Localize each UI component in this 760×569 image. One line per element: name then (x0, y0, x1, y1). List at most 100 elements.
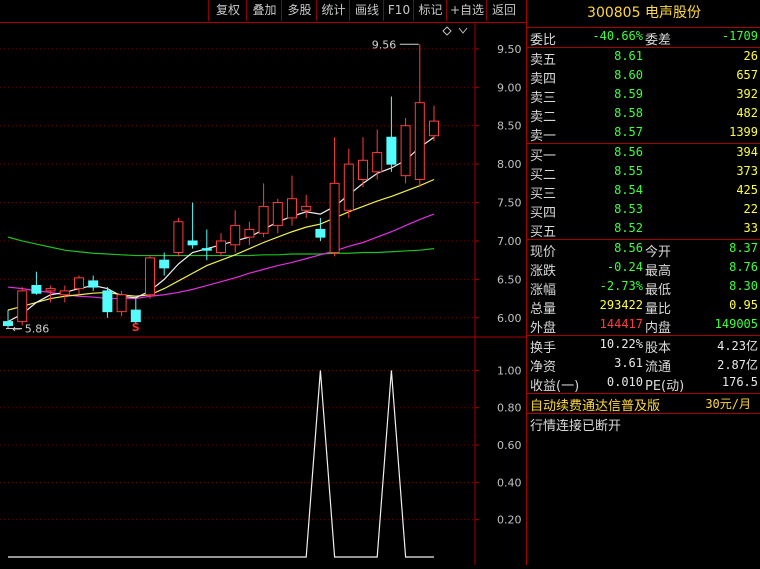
stat-value: 149005 (714, 317, 758, 331)
fund-row: 净资 3.61 流通 2.87亿 (527, 355, 760, 375)
sell-price: 8.60 (614, 68, 643, 82)
quote-panel: 300805 电声股份 委比 -40.66% 委差 -1709 卖五 8.61 26 卖四 8.… (526, 0, 760, 565)
signal-marker: S (132, 321, 140, 334)
stat-label: 量比 (645, 302, 672, 317)
candle-body (272, 202, 283, 227)
toolbar-button-8[interactable]: +自选 (446, 0, 487, 21)
candle-body (372, 152, 383, 173)
toolbar-button-7[interactable]: 标记 (413, 0, 447, 21)
buy-row: 买三 8.54 425 (527, 182, 760, 202)
fund-label: 流通 (645, 360, 672, 375)
sell-volume: 482 (736, 106, 758, 120)
stat-row: 现价 8.56 今开 8.37 (527, 240, 760, 260)
candle-body (258, 205, 269, 234)
buy-label: 买二 (530, 168, 557, 183)
stat-value: 0.95 (729, 298, 758, 312)
sell-label: 卖四 (530, 72, 557, 87)
promo-row: 自动续费通达信普及版 30元/月 (527, 394, 760, 414)
buy-volume: 22 (743, 202, 758, 216)
candle-body (329, 182, 340, 253)
stat-row: 涨跌 -0.24 最高 8.76 (527, 259, 760, 279)
price-axis-label: 8.50 (497, 120, 522, 133)
connection-status: 行情连接已断开 (530, 419, 622, 434)
weicha-label: 委差 (645, 33, 672, 48)
stat-label: 现价 (530, 245, 557, 260)
fund-value: 176.5 (721, 375, 758, 389)
ma-line-white (7, 136, 435, 323)
sell-volume: 392 (736, 87, 758, 101)
buy-price: 8.56 (614, 145, 643, 159)
sell-row: 卖四 8.60 657 (527, 67, 760, 87)
toolbar-button-6[interactable]: F10 (383, 0, 414, 21)
stat-label: 今开 (645, 245, 672, 260)
candle-body (17, 290, 28, 323)
candle-body (216, 240, 226, 253)
fund-value: 10.22% (599, 337, 643, 351)
candle-body (59, 290, 70, 296)
kline-chart[interactable]: 9.50 9.00 8.50 8.00 7.50 7.00 6.50 6.00 1.00 0.80… (0, 22, 526, 565)
stat-label: 涨幅 (530, 283, 557, 298)
stat-label: 最高 (645, 264, 672, 279)
candle-body (102, 290, 113, 313)
price-axis-label: 7.00 (497, 235, 522, 248)
candle-body (45, 288, 56, 292)
weicha-value: -1709 (721, 29, 758, 43)
sell-price: 8.59 (614, 87, 643, 101)
indicator-axis-label: 0.20 (497, 514, 522, 527)
buy-price: 8.53 (614, 202, 643, 216)
sell-volume: 26 (743, 49, 758, 63)
stat-value: 8.56 (614, 241, 643, 255)
diamond-icon (442, 26, 452, 36)
toolbar-button-4[interactable]: 统计 (316, 0, 350, 21)
sell-row: 卖一 8.57 1399 (527, 124, 760, 144)
stat-value: -2.73% (599, 279, 643, 293)
promo-text[interactable]: 自动续费通达信普及版 (530, 395, 660, 414)
toolbar-button-3[interactable]: 多股 (281, 0, 317, 21)
stat-label: 涨跌 (530, 264, 557, 279)
stat-value: 8.76 (729, 260, 758, 274)
price-axis-label: 8.00 (497, 158, 522, 171)
stat-value: 144417 (599, 317, 643, 331)
sell-volume: 657 (736, 68, 758, 82)
candle-body (88, 280, 99, 288)
stat-row: 外盘 144417 内盘 149005 (527, 316, 760, 336)
buy-price: 8.52 (614, 221, 643, 235)
indicator-axis-label: 0.60 (497, 439, 522, 452)
weibi-value: -40.66% (592, 29, 643, 43)
stat-label: 内盘 (645, 321, 672, 336)
sell-label: 卖三 (530, 91, 557, 106)
sell-price: 8.57 (614, 125, 643, 139)
buy-label: 买四 (530, 206, 557, 221)
fund-label: PE(动) (645, 379, 685, 394)
buy-price: 8.55 (614, 164, 643, 178)
indicator-axis-label: 0.40 (497, 476, 522, 489)
toolbar-button-5[interactable]: 画线 (349, 0, 384, 21)
stat-value: 293422 (599, 298, 643, 312)
stat-value: -0.24 (606, 260, 643, 274)
stock-title: 300805 电声股份 (587, 5, 701, 21)
fund-label: 换手 (530, 341, 557, 356)
toolbar-button-1[interactable]: 复权 (208, 0, 247, 21)
candle-body (358, 159, 368, 180)
fund-label: 股本 (645, 341, 672, 356)
candle-body (201, 248, 212, 251)
buy-row: 买二 8.55 373 (527, 163, 760, 183)
buy-volume: 373 (736, 164, 758, 178)
price-axis-label: 6.50 (497, 273, 522, 286)
toolbar-button-9[interactable]: 返回 (486, 0, 521, 21)
stat-label: 外盘 (530, 321, 557, 336)
toolbar-button-2[interactable]: 叠加 (246, 0, 282, 21)
fund-value: 4.23亿 (717, 339, 758, 353)
buy-label: 买一 (530, 149, 557, 164)
kline-chart-svg[interactable]: 9.50 9.00 8.50 8.00 7.50 7.00 6.50 6.00 1.00 0.80… (0, 22, 526, 565)
price-axis-label: 7.50 (497, 197, 522, 210)
fund-label: 净资 (530, 360, 557, 375)
chevron-down-icon (458, 27, 468, 34)
candle-body (287, 198, 297, 219)
buy-price: 8.54 (614, 183, 643, 197)
sell-label: 卖一 (530, 129, 557, 144)
candle-body (301, 205, 312, 211)
high-marker-label: 9.56 (372, 38, 397, 51)
candle-body (130, 309, 141, 323)
candle-body (414, 102, 425, 180)
